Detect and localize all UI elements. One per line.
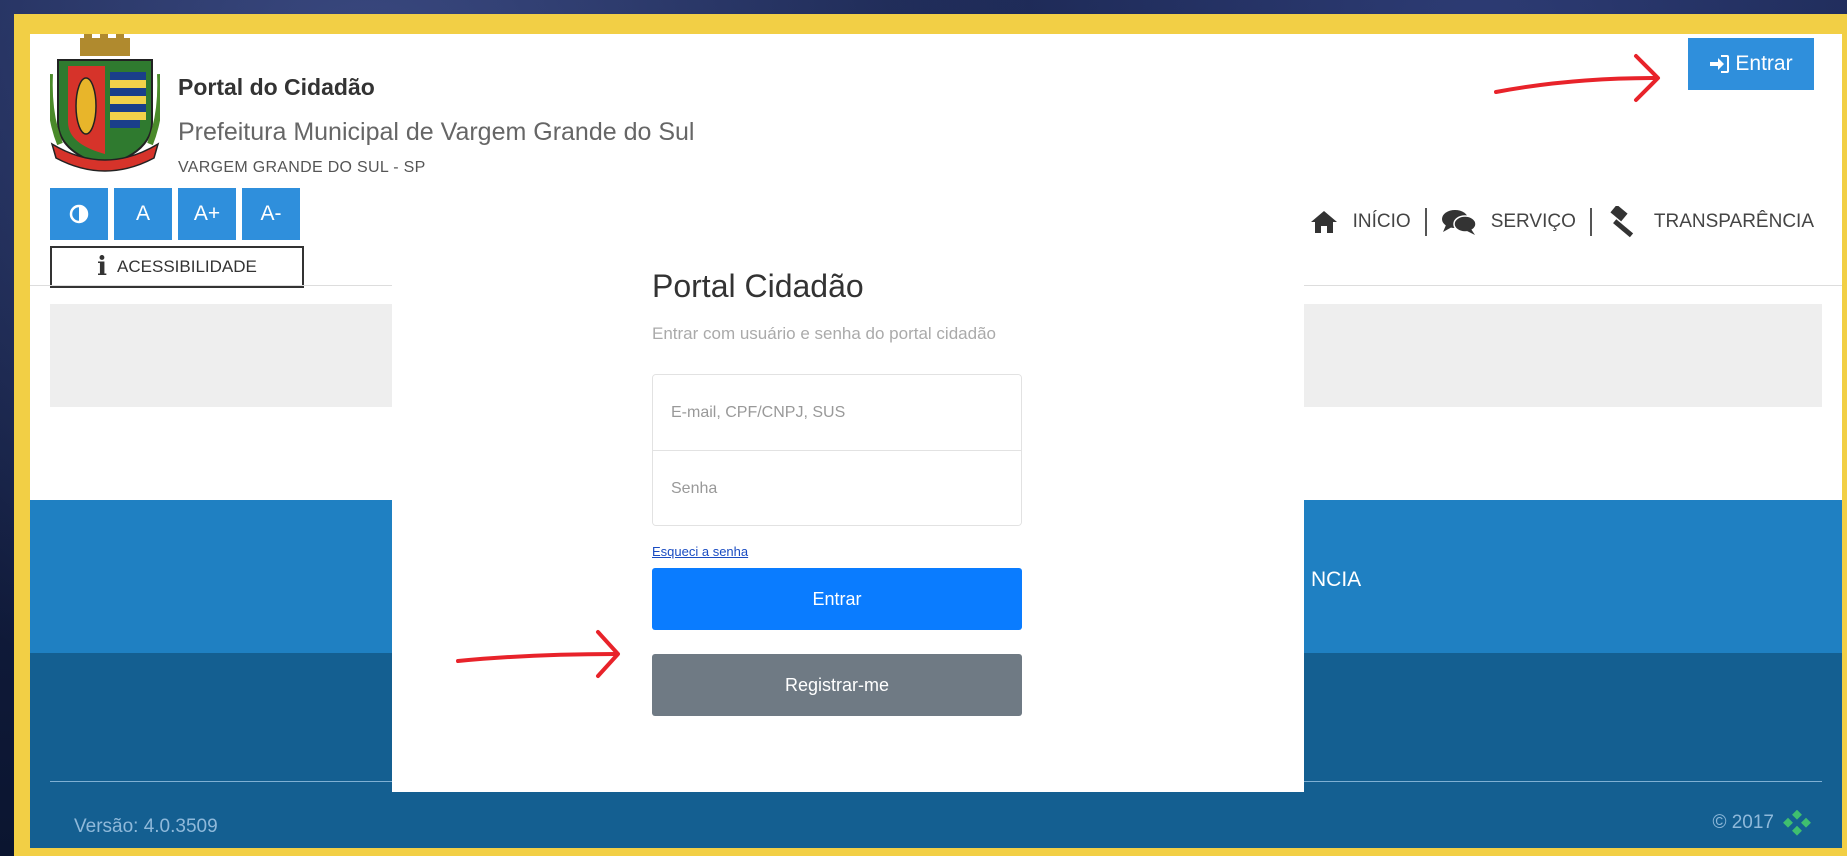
main-nav: INÍCIO SERVIÇO TRANSPARÊNCIA xyxy=(1295,206,1828,238)
comments-icon xyxy=(1441,210,1477,235)
nav-label-inicio: INÍCIO xyxy=(1352,211,1411,232)
sign-in-icon xyxy=(1710,55,1730,73)
contrast-icon xyxy=(69,204,89,224)
nav-item-servico[interactable]: SERVIÇO xyxy=(1427,208,1590,236)
login-fields xyxy=(652,374,1022,526)
site-title: Portal do Cidadão xyxy=(178,74,375,100)
nav-item-inicio[interactable]: INÍCIO xyxy=(1295,209,1425,235)
password-input[interactable] xyxy=(653,451,1021,525)
gavel-icon xyxy=(1610,206,1633,238)
company-logo-icon xyxy=(1783,810,1811,836)
accessibility-toolbar: A A+ A- xyxy=(50,188,300,240)
coat-of-arms-logo xyxy=(50,34,160,172)
nav-item-transparencia[interactable]: TRANSPARÊNCIA xyxy=(1592,206,1828,238)
email-input[interactable] xyxy=(653,375,1021,450)
header-login-button[interactable]: Entrar xyxy=(1688,38,1814,90)
site-subtitle: Prefeitura Municipal de Vargem Grande do… xyxy=(178,118,695,146)
modal-title: Portal Cidadão xyxy=(652,268,864,304)
header-login-label: Entrar xyxy=(1735,52,1793,75)
page: Portal do Cidadão Prefeitura Municipal d… xyxy=(30,34,1842,848)
login-button[interactable]: Entrar xyxy=(652,568,1022,630)
font-normal-button[interactable]: A xyxy=(114,188,172,240)
login-modal: Portal Cidadão Entrar com usuário e senh… xyxy=(392,220,1304,792)
font-decrease-button[interactable]: A- xyxy=(242,188,300,240)
nav-label-servico: SERVIÇO xyxy=(1490,211,1576,232)
register-button[interactable]: Registrar-me xyxy=(652,654,1022,716)
site-city: VARGEM GRANDE DO SUL - SP xyxy=(178,159,426,176)
font-increase-button[interactable]: A+ xyxy=(178,188,236,240)
version-text: Versão: 4.0.3509 xyxy=(74,816,218,837)
footer-nav-transparencia[interactable]: NCIA xyxy=(1311,568,1361,592)
forgot-password-link[interactable]: Esqueci a senha xyxy=(652,544,748,559)
accessibility-button[interactable]: i ACESSIBILIDADE xyxy=(50,246,304,288)
modal-subtitle: Entrar com usuário e senha do portal cid… xyxy=(652,324,996,343)
copyright: © 2017 xyxy=(1712,810,1812,836)
info-icon: i xyxy=(97,252,108,282)
home-icon xyxy=(1310,211,1337,233)
copyright-text: © 2017 xyxy=(1712,812,1774,833)
nav-label-transparencia: TRANSPARÊNCIA xyxy=(1653,211,1814,232)
accessibility-label: ACESSIBILIDADE xyxy=(117,257,257,276)
contrast-button[interactable] xyxy=(50,188,108,240)
